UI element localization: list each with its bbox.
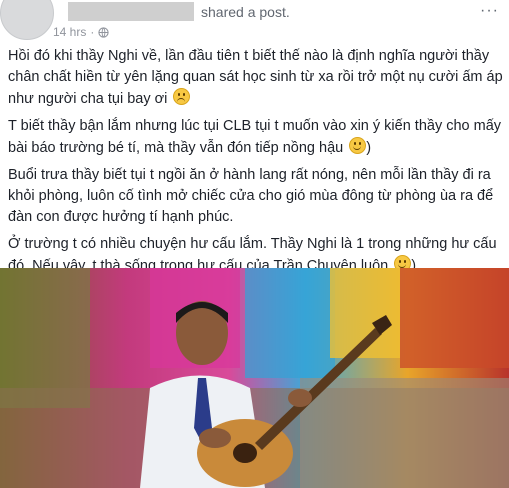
globe-icon[interactable] [98,26,109,38]
post-photo[interactable] [0,268,509,488]
shared-post-label: shared a post. [201,4,290,20]
photo-image [0,268,509,488]
sad-emoji [173,88,191,105]
post-body: Hồi đó khi thầy Nghi về, lần đầu tiên t … [8,46,503,283]
post-paragraph: Hồi đó khi thầy Nghi về, lần đầu tiên t … [8,48,503,107]
post-header: shared a post. 14 hrs · ··· [0,0,509,44]
post-paragraph: Buổi trưa thầy biết tụi t ngồi ăn ở hành… [8,167,494,225]
separator-dot: · [90,25,95,39]
smile-emoji [349,137,367,154]
post-meta: 14 hrs · [53,25,109,39]
author-name-redacted[interactable] [68,2,194,21]
post-paragraph: T biết thầy bận lắm nhưng lúc tụi CLB tụ… [8,118,502,156]
avatar[interactable] [0,0,54,40]
post-timestamp[interactable]: 14 hrs [53,25,86,39]
more-options-icon[interactable]: ··· [480,2,499,20]
